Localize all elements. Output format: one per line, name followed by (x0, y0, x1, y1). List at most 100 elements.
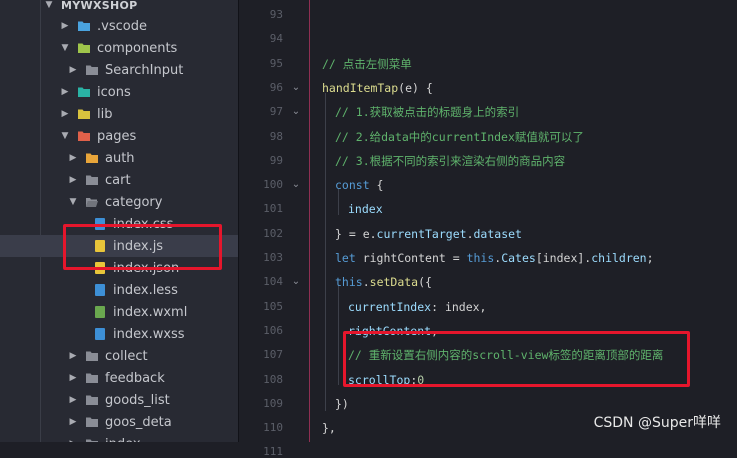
indent-guide (325, 93, 326, 411)
tree-item-goos-deta[interactable]: ▶ goos_deta (0, 411, 238, 433)
tree-item-pages[interactable]: ▼ pages (0, 125, 238, 147)
code-token: } = e. (335, 226, 377, 241)
code-token: }, (322, 421, 336, 436)
chevron-down-icon: ▼ (45, 0, 53, 10)
tree-item-label: index (105, 437, 141, 443)
tree-item-index-wxss[interactable]: index.wxss (0, 323, 238, 345)
code-line[interactable]: } = e.currentTarget.dataset (335, 222, 522, 246)
line-number: 111 (263, 445, 283, 458)
code-line[interactable]: const { (335, 173, 383, 197)
line-number: 105 (263, 299, 283, 313)
code-line[interactable]: // 点击左侧菜单 (322, 52, 412, 76)
tree-item-icons[interactable]: ▶ icons (0, 81, 238, 103)
code-line[interactable]: }, (322, 416, 336, 440)
tree-item-label: SearchInput (105, 62, 184, 78)
chevron-down-icon[interactable]: ▼ (60, 43, 70, 53)
chevron-down-icon[interactable]: ▼ (68, 197, 78, 207)
tree-item-auth[interactable]: ▶ auth (0, 147, 238, 169)
code-token: this (466, 251, 495, 265)
code-token: setData (369, 275, 419, 290)
tree-item-index-wxml[interactable]: index.wxml (0, 301, 238, 323)
code-token: }) (335, 396, 349, 411)
code-token: this (335, 275, 363, 290)
fold-chevron-icon[interactable]: ⌄ (290, 82, 302, 94)
tree-item-label: category (105, 194, 163, 210)
fold-chevron-icon[interactable]: ⌄ (290, 276, 302, 288)
line-number: 93 (269, 8, 283, 21)
explorer-root[interactable]: ▼ MYWXSHOP (0, 0, 238, 16)
chevron-right-icon[interactable]: ▶ (60, 109, 70, 119)
lib-folder-icon (77, 107, 91, 121)
chevron-right-icon[interactable]: ▶ (68, 351, 78, 361)
tree-item-collect[interactable]: ▶ collect (0, 345, 238, 367)
tree-item-components[interactable]: ▼ components (0, 37, 238, 59)
code-line[interactable]: handItemTap(e) { (322, 76, 433, 100)
code-token: currentIndex (348, 299, 432, 314)
line-number: 107 (263, 348, 283, 362)
code-line[interactable]: let rightContent = this.Cates[index].chi… (335, 246, 654, 270)
code-token: // 1.获取被点击的标题身上的索引 (335, 105, 520, 120)
tree-item-label: components (97, 40, 178, 56)
code-line[interactable]: // 3.根据不同的索引来渲染右侧的商品内容 (335, 149, 565, 173)
tree-item-label: icons (97, 84, 131, 100)
tree-item-cart[interactable]: ▶ cart (0, 169, 238, 191)
tree-item-searchinput[interactable]: ▶ SearchInput (0, 59, 238, 81)
tree-item-goods-list[interactable]: ▶ goods_list (0, 389, 238, 411)
pages-folder-icon (77, 129, 91, 143)
highlight-box-index-js (63, 224, 222, 270)
tree-item-label: cart (105, 172, 131, 188)
icons-folder-icon (77, 85, 91, 99)
auth-folder-icon (85, 151, 99, 165)
line-number: 104 (263, 275, 283, 289)
chevron-right-icon[interactable]: ▶ (68, 395, 78, 405)
vscode-folder-icon (77, 19, 91, 33)
line-number: 98 (269, 129, 283, 143)
chevron-right-icon[interactable]: ▶ (68, 373, 78, 383)
code-token: { (369, 178, 384, 193)
tree-item-label: index.wxml (113, 304, 188, 320)
code-line[interactable]: }) (335, 392, 349, 416)
tree-item-label: goods_list (105, 392, 170, 408)
chevron-down-icon[interactable]: ▼ (60, 131, 70, 141)
highlight-box-scrolltop (343, 331, 690, 387)
tree-item-category[interactable]: ▼ category (0, 191, 238, 213)
code-line[interactable]: currentIndex: index, (348, 295, 486, 319)
tree-item-label: index.wxss (113, 326, 185, 342)
tree-item-label: index.less (113, 282, 178, 298)
components-folder-icon (77, 41, 91, 55)
code-line[interactable]: // 1.获取被点击的标题身上的索引 (335, 100, 519, 124)
tree-item-vscode[interactable]: ▶ .vscode (0, 15, 238, 37)
chevron-right-icon[interactable]: ▶ (68, 65, 78, 75)
tree-item-feedback[interactable]: ▶ feedback (0, 367, 238, 389)
code-token: // 3.根据不同的索引来渲染右侧的商品内容 (335, 153, 566, 168)
chevron-right-icon[interactable]: ▶ (68, 175, 78, 185)
code-token: dataset (473, 226, 522, 241)
chevron-right-icon[interactable]: ▶ (68, 153, 78, 163)
code-line[interactable]: index (348, 197, 383, 221)
line-number: 95 (269, 56, 283, 70)
code-line[interactable]: // 2.给data中的currentIndex赋值就可以了 (335, 125, 584, 149)
fold-chevron-icon[interactable]: ⌄ (290, 106, 302, 118)
line-number: 97 (269, 105, 283, 119)
tree-item-label: goos_deta (105, 414, 172, 430)
folder-icon (85, 349, 99, 363)
code-line[interactable]: this.setData({ (335, 270, 432, 294)
tree-item-index[interactable]: ▶index (0, 433, 238, 442)
explorer-root-label: MYWXSHOP (61, 0, 138, 12)
folder-icon (85, 63, 99, 77)
fold-chevron-icon[interactable]: ⌄ (290, 179, 302, 191)
tree-item-label: pages (97, 128, 137, 144)
chevron-right-icon[interactable]: ▶ (60, 87, 70, 97)
tree-item-index-less[interactable]: index.less (0, 279, 238, 301)
line-number: 109 (263, 396, 283, 410)
code-token: // 2.给data中的currentIndex赋值就可以了 (335, 129, 584, 144)
tree-item-label: auth (105, 150, 135, 166)
line-number: 103 (263, 251, 283, 264)
tree-item-lib[interactable]: ▶ lib (0, 103, 238, 125)
code-token: : index, (431, 299, 487, 314)
chevron-right-icon[interactable]: ▶ (60, 21, 70, 31)
folder-icon (85, 393, 99, 407)
chevron-right-icon[interactable]: ▶ (68, 417, 78, 427)
code-token: rightContent = (355, 251, 467, 265)
code-token: index (348, 202, 383, 217)
